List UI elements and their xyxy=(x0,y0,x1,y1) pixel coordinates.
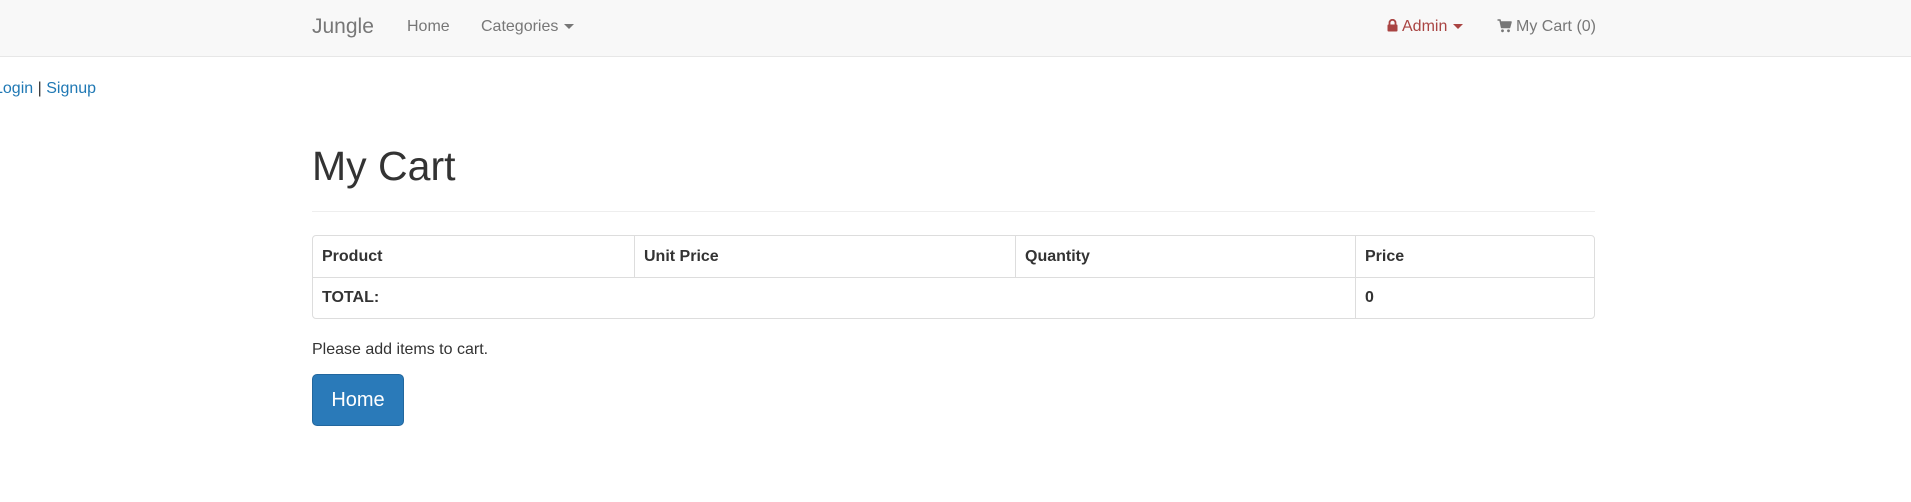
home-button[interactable]: Home xyxy=(312,374,404,426)
cart-icon xyxy=(1497,19,1512,38)
auth-separator: | xyxy=(37,80,42,97)
total-label: TOTAL: xyxy=(313,277,1355,318)
cart-table: Product Unit Price Quantity Price TOTAL:… xyxy=(312,235,1595,319)
signup-link[interactable]: Signup xyxy=(46,80,96,97)
table-header-row: Product Unit Price Quantity Price xyxy=(313,236,1594,277)
chevron-down-icon xyxy=(564,24,575,30)
table-row-total: TOTAL: 0 xyxy=(313,277,1594,318)
lock-icon xyxy=(1387,18,1398,37)
admin-dropdown[interactable]: Admin xyxy=(1387,18,1464,37)
title-divider xyxy=(312,211,1595,212)
header-quantity: Quantity xyxy=(1015,236,1355,277)
header-price: Price xyxy=(1355,236,1594,277)
my-cart-link[interactable]: My Cart (0) xyxy=(1497,18,1596,38)
my-cart-label: My Cart (0) xyxy=(1516,18,1596,35)
header-unit-price: Unit Price xyxy=(634,236,1015,277)
top-navbar: Jungle Home Categories Admin My Cart (0) xyxy=(0,0,1911,57)
nav-home-link[interactable]: Home xyxy=(407,18,450,36)
header-product: Product xyxy=(322,247,383,265)
login-link[interactable]: Login xyxy=(0,80,33,97)
page-title: My Cart xyxy=(312,143,456,189)
total-value: 0 xyxy=(1355,277,1594,318)
categories-dropdown[interactable]: Categories xyxy=(481,18,575,36)
empty-cart-message: Please add items to cart. xyxy=(312,341,489,358)
chevron-down-icon xyxy=(1453,24,1464,30)
categories-label: Categories xyxy=(481,18,559,35)
auth-links: Login | Signup xyxy=(0,80,96,98)
brand-link[interactable]: Jungle xyxy=(312,15,374,39)
admin-label: Admin xyxy=(1402,18,1448,35)
